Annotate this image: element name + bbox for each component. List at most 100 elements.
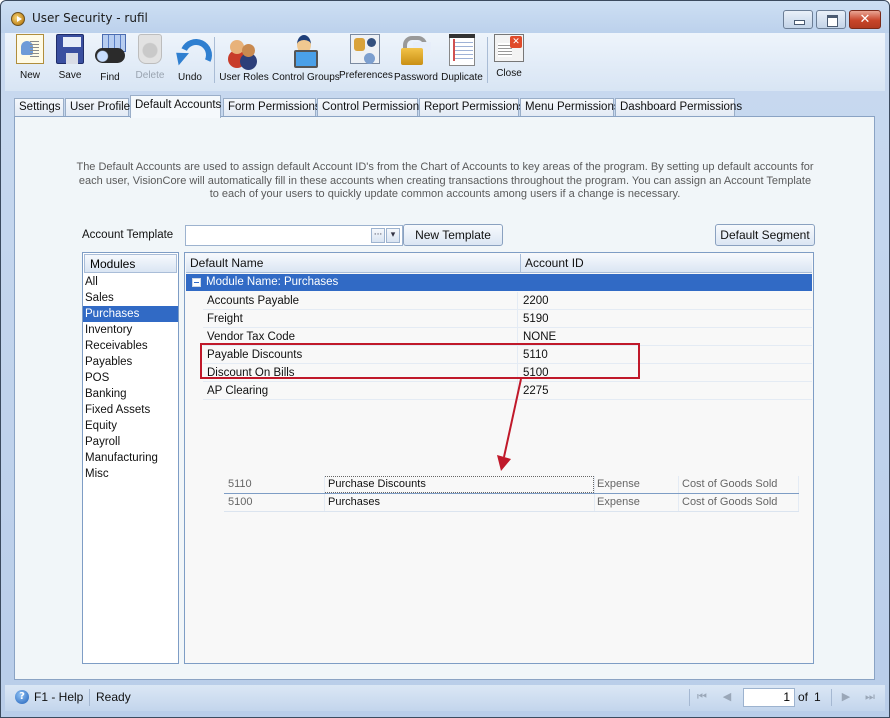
control-groups-label: Control Groups <box>272 72 340 83</box>
collapse-icon[interactable] <box>192 278 201 287</box>
module-item-purchases[interactable]: Purchases <box>83 306 178 322</box>
account-id-cell[interactable]: NONE <box>523 328 556 346</box>
lookup-row[interactable]: 5100 Purchases Expense Cost of Goods Sol… <box>224 494 799 512</box>
new-button[interactable]: New <box>11 34 49 88</box>
find-button[interactable]: Find <box>91 34 129 88</box>
toolbar-separator <box>214 37 215 83</box>
default-accounts-page: The Default Accounts are used to assign … <box>14 116 875 680</box>
maximize-button[interactable] <box>816 10 846 29</box>
tab-settings[interactable]: Settings <box>14 98 64 117</box>
module-item-equity[interactable]: Equity <box>83 418 178 434</box>
lookup-account-id: 5110 <box>228 478 252 490</box>
module-item-pos[interactable]: POS <box>83 370 178 386</box>
tab-form-permissions[interactable]: Form Permissions <box>223 98 321 117</box>
preferences-label: Preferences <box>339 70 393 81</box>
previous-page-icon[interactable]: ◀ <box>720 690 734 704</box>
default-segment-button[interactable]: Default Segment <box>715 224 815 246</box>
default-name-cell: Vendor Tax Code <box>207 331 296 343</box>
status-bar: ? F1 - Help Ready ⏮ ◀ 1 of 1 ▶ ⏭ <box>5 685 885 711</box>
close-window-icon <box>494 34 524 62</box>
column-divider <box>324 494 325 511</box>
tab-dashboard-permissions[interactable]: Dashboard Permissions <box>615 98 742 117</box>
tab-control-permissions[interactable]: Control Permissions <box>317 98 425 117</box>
recycle-bin-icon <box>138 34 162 64</box>
column-header-account-id[interactable]: Account ID <box>521 254 812 273</box>
grid-header: Default Name Account ID <box>186 254 812 273</box>
table-row[interactable]: Payable Discounts 5110 <box>203 346 812 364</box>
toolbar: New Save Find Delete Undo User Roles Con… <box>5 33 885 91</box>
floppy-disk-icon <box>56 34 84 64</box>
user-roles-button[interactable]: User Roles <box>218 34 270 88</box>
group-row-purchases[interactable]: Module Name: Purchases <box>186 274 812 291</box>
tab-user-profile[interactable]: User Profile <box>65 98 130 117</box>
default-name-cell: Freight <box>207 313 243 325</box>
undo-button[interactable]: Undo <box>171 34 209 88</box>
first-page-icon[interactable]: ⏮ <box>695 690 709 704</box>
account-id-cell[interactable]: 5190 <box>523 310 549 328</box>
duplicate-document-icon <box>449 34 475 66</box>
close-icon: ✕ <box>859 12 871 27</box>
lookup-group: Cost of Goods Sold <box>682 478 778 490</box>
page-of-label: of <box>798 690 809 704</box>
duplicate-button[interactable]: Duplicate <box>439 34 485 88</box>
last-page-icon[interactable]: ⏭ <box>863 690 877 704</box>
delete-button[interactable]: Delete <box>131 34 169 88</box>
next-page-icon[interactable]: ▶ <box>839 690 853 704</box>
help-text[interactable]: F1 - Help <box>34 690 83 704</box>
lookup-account-id: 5100 <box>228 496 253 508</box>
lookup-description: Purchases <box>328 496 380 508</box>
module-item-misc[interactable]: Misc <box>83 466 178 482</box>
column-divider <box>678 476 679 493</box>
module-item-banking[interactable]: Banking <box>83 386 178 402</box>
table-row[interactable]: Accounts Payable 2200 <box>203 292 812 310</box>
save-label: Save <box>58 70 82 81</box>
module-item-inventory[interactable]: Inventory <box>83 322 178 338</box>
user-security-window: User Security - rufil ✕ New Save Find De… <box>0 0 890 718</box>
module-item-payables[interactable]: Payables <box>83 354 178 370</box>
help-icon[interactable]: ? <box>15 690 29 704</box>
account-id-cell[interactable]: 2200 <box>523 292 549 310</box>
module-item-manufacturing[interactable]: Manufacturing <box>83 450 178 466</box>
modules-list: Modules All Sales Purchases Inventory Re… <box>82 252 179 664</box>
new-template-button[interactable]: New Template <box>403 224 503 246</box>
module-item-sales[interactable]: Sales <box>83 290 178 306</box>
window-title: User Security - rufil <box>32 11 148 25</box>
default-name-cell: AP Clearing <box>207 385 269 397</box>
duplicate-label: Duplicate <box>441 72 483 83</box>
padlock-key-icon <box>400 34 432 66</box>
lookup-row[interactable]: 5110 Purchase Discounts Expense Cost of … <box>224 476 799 494</box>
user-computer-icon <box>288 34 320 68</box>
save-button[interactable]: Save <box>51 34 89 88</box>
column-divider <box>798 476 799 493</box>
chevron-down-icon[interactable]: ▾ <box>386 228 400 243</box>
table-row[interactable]: Vendor Tax Code NONE <box>203 328 812 346</box>
control-groups-button[interactable]: Control Groups <box>272 34 340 88</box>
title-bar[interactable]: User Security - rufil ✕ <box>1 1 889 33</box>
close-button[interactable]: Close <box>491 34 527 88</box>
table-row[interactable]: Freight 5190 <box>203 310 812 328</box>
password-button[interactable]: Password <box>393 34 439 88</box>
new-user-icon <box>16 34 44 64</box>
ellipsis-button[interactable]: ··· <box>371 228 385 243</box>
minimize-button[interactable] <box>783 10 813 29</box>
account-id-cell[interactable]: 5110 <box>523 346 548 364</box>
account-lookup-table: 5110 Purchase Discounts Expense Cost of … <box>224 476 799 513</box>
column-divider <box>594 476 595 493</box>
module-item-receivables[interactable]: Receivables <box>83 338 178 354</box>
account-template-combo[interactable]: ··· ▾ <box>185 225 403 246</box>
module-item-payroll[interactable]: Payroll <box>83 434 178 450</box>
close-window-button[interactable]: ✕ <box>849 10 881 29</box>
module-item-all[interactable]: All <box>83 274 178 290</box>
module-item-fixed-assets[interactable]: Fixed Assets <box>83 402 178 418</box>
tab-menu-permissions[interactable]: Menu Permissions <box>520 98 620 117</box>
preferences-button[interactable]: Preferences <box>339 34 393 88</box>
status-separator <box>831 689 832 706</box>
tab-report-permissions[interactable]: Report Permissions <box>419 98 524 117</box>
column-header-default-name[interactable]: Default Name <box>186 254 521 273</box>
status-separator <box>89 689 90 706</box>
tab-default-accounts[interactable]: Default Accounts <box>130 95 221 118</box>
column-divider <box>324 476 325 493</box>
annotation-arrow <box>497 378 522 471</box>
group-label: Module Name: Purchases <box>206 276 339 288</box>
page-number-input[interactable]: 1 <box>743 688 795 707</box>
